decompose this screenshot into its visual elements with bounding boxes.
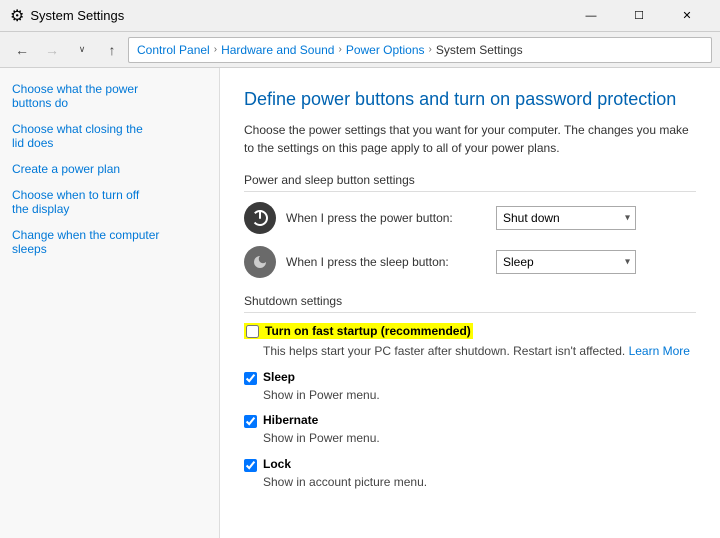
power-icon [250,208,270,228]
sidebar: Choose what the powerbuttons do Choose w… [0,68,220,538]
sleep-button-dropdown-wrapper: Sleep Hibernate Shut down Do nothing ▾ [496,250,636,274]
shutdown-section-header: Shutdown settings [244,294,696,313]
sidebar-item-sleep[interactable]: Change when the computersleeps [0,222,219,262]
learn-more-link[interactable]: Learn More [629,344,690,358]
sleep-checkbox-row: Sleep [244,370,696,385]
title-bar-text: System Settings [30,8,124,23]
hibernate-checkbox-desc: Show in Power menu. [263,430,696,447]
fast-startup-highlight: Turn on fast startup (recommended) [244,323,473,339]
page-description: Choose the power settings that you want … [244,121,696,157]
breadcrumb-sep-2: › [338,44,341,55]
title-bar-controls: — ☐ ✕ [568,0,710,32]
breadcrumb-power-options[interactable]: Power Options [346,43,425,57]
nav-bar: ← → ∨ ↑ Control Panel › Hardware and Sou… [0,32,720,68]
up-button[interactable]: ↑ [98,36,126,64]
sleep-button-dropdown[interactable]: Sleep Hibernate Shut down Do nothing [496,250,636,274]
sleep-checkbox-desc: Show in Power menu. [263,387,696,404]
main-layout: Choose what the powerbuttons do Choose w… [0,68,720,538]
sleep-button-label: When I press the sleep button: [286,255,486,269]
sidebar-item-create-plan[interactable]: Create a power plan [0,156,219,182]
sidebar-item-lid[interactable]: Choose what closing thelid does [0,116,219,156]
sleep-checkbox[interactable] [244,372,257,385]
title-bar: ⚙ System Settings — ☐ ✕ [0,0,720,32]
hibernate-checkbox[interactable] [244,415,257,428]
sleep-checkbox-label: Sleep [263,370,295,384]
power-icon-circle [244,202,276,234]
forward-button[interactable]: → [38,36,66,64]
lock-checkbox[interactable] [244,459,257,472]
power-sleep-section-header: Power and sleep button settings [244,173,696,192]
breadcrumb-sep-1: › [214,44,217,55]
breadcrumb-hardware-sound[interactable]: Hardware and Sound [221,43,334,57]
fast-startup-desc: This helps start your PC faster after sh… [263,343,696,360]
breadcrumb: Control Panel › Hardware and Sound › Pow… [128,37,712,63]
lock-checkbox-row: Lock [244,457,696,472]
sleep-icon-circle [244,246,276,278]
power-button-dropdown[interactable]: Shut down Sleep Hibernate Turn off the d… [496,206,636,230]
power-button-row: When I press the power button: Shut down… [244,202,696,234]
shutdown-section: Shutdown settings Turn on fast startup (… [244,294,696,491]
close-button[interactable]: ✕ [664,0,710,32]
sleep-icon [250,252,270,272]
dropdown-button[interactable]: ∨ [68,36,96,64]
back-button[interactable]: ← [8,36,36,64]
hibernate-checkbox-row: Hibernate [244,413,696,428]
sidebar-item-power-buttons[interactable]: Choose what the powerbuttons do [0,76,219,116]
sidebar-item-display[interactable]: Choose when to turn offthe display [0,182,219,222]
minimize-button[interactable]: — [568,0,614,32]
page-title: Define power buttons and turn on passwor… [244,88,696,111]
hibernate-checkbox-label: Hibernate [263,413,318,427]
main-content: Define power buttons and turn on passwor… [220,68,720,538]
power-button-dropdown-wrapper: Shut down Sleep Hibernate Turn off the d… [496,206,636,230]
title-bar-icon: ⚙ [10,6,24,26]
fast-startup-label: Turn on fast startup (recommended) [265,324,471,338]
breadcrumb-control-panel[interactable]: Control Panel [137,43,210,57]
power-button-label: When I press the power button: [286,211,486,225]
fast-startup-checkbox[interactable] [246,325,259,338]
lock-checkbox-desc: Show in account picture menu. [263,474,696,491]
fast-startup-row: Turn on fast startup (recommended) [244,323,696,341]
maximize-button[interactable]: ☐ [616,0,662,32]
sleep-button-row: When I press the sleep button: Sleep Hib… [244,246,696,278]
breadcrumb-sep-3: › [429,44,432,55]
breadcrumb-current: System Settings [436,43,523,57]
lock-checkbox-label: Lock [263,457,291,471]
